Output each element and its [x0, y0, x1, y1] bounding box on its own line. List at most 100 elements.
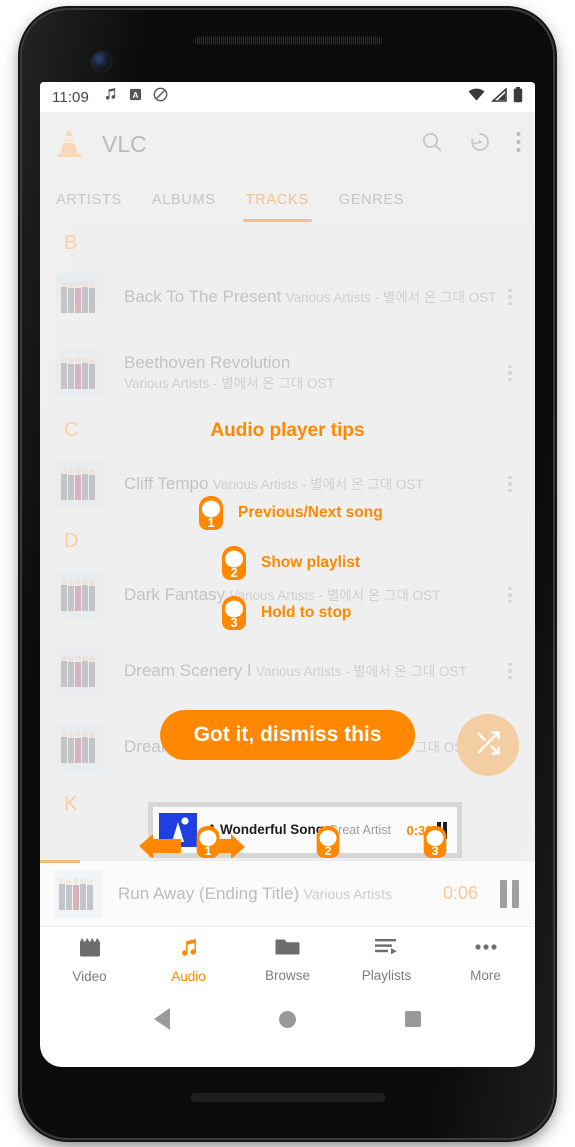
nav-item-browse[interactable]: Browse — [238, 936, 337, 983]
status-right-icons — [468, 86, 523, 108]
row-overflow-menu-icon[interactable] — [499, 364, 521, 382]
demo-mini-player-card: A Wonderful Song Great Artist 0:30 1 2 3 — [139, 802, 462, 859]
playback-progress-bar[interactable] — [40, 860, 80, 863]
table-row[interactable]: Back To The Present Various Artists - 별에… — [40, 259, 535, 335]
music-note-icon — [103, 87, 118, 107]
track-info: Cliff Tempo Various Artists - 별에서 온 그대 O… — [124, 473, 499, 495]
app-title: VLC — [102, 130, 147, 157]
back-triangle-icon[interactable] — [154, 1008, 171, 1030]
nav-label-more: More — [470, 968, 501, 983]
svg-text:1: 1 — [205, 844, 212, 858]
row-overflow-menu-icon[interactable] — [499, 475, 521, 493]
tab-artists[interactable]: ARTISTS — [56, 176, 122, 224]
section-header-d: D — [64, 530, 79, 552]
earpiece-speaker — [192, 36, 383, 45]
nav-item-video[interactable]: Video — [40, 936, 139, 984]
track-subtitle: Various Artists - 별에서 온 그대 OST — [256, 664, 467, 679]
demo-tap-badge-1-icon: 1 — [191, 824, 225, 860]
movie-clapper-icon — [78, 936, 102, 963]
vlc-cone-icon — [54, 128, 84, 160]
pause-icon[interactable] — [500, 879, 519, 908]
nav-label-audio: Audio — [171, 968, 206, 984]
track-info: Dark Fantasy Various Artists - 별에서 온 그대 … — [124, 584, 499, 606]
track-subtitle: Various Artists - 별에서 온 그대 OST — [285, 290, 497, 305]
track-info: Beethoven Revolution Various Artists - 별… — [124, 352, 499, 394]
more-horizontal-icon — [473, 936, 499, 962]
nav-item-more[interactable]: More — [436, 936, 535, 983]
section-header-c: C — [64, 419, 79, 441]
app-bar: VLC — [40, 112, 535, 176]
nav-item-playlists[interactable]: Playlists — [337, 936, 436, 983]
section-header-b: B — [64, 232, 78, 254]
cellular-signal-icon — [490, 86, 507, 107]
album-art-thumbnail — [56, 349, 104, 397]
album-art-thumbnail — [56, 723, 104, 771]
track-title: Back To The Present — [124, 287, 282, 306]
home-circle-icon[interactable] — [278, 1010, 296, 1028]
svg-text:A: A — [132, 90, 138, 100]
android-system-nav — [40, 992, 535, 1046]
demo-tap-badge-3-icon: 3 — [418, 824, 452, 860]
now-playing-artist: Various Artists — [303, 885, 393, 902]
phone-frame: 11:09 A VLC ARTISTS ALBUMS TRACKS GENRES… — [22, 10, 553, 1138]
track-title: Dream Scenery I — [124, 661, 252, 680]
wifi-icon — [468, 88, 485, 107]
track-info: Back To The Present Various Artists - 별에… — [124, 286, 499, 308]
nav-label-playlists: Playlists — [361, 968, 412, 983]
playlist-icon — [374, 936, 399, 962]
front-camera — [92, 52, 111, 71]
album-art-thumbnail — [56, 571, 104, 619]
track-title: Beethoven Revolution — [124, 353, 291, 372]
now-playing-info: Run Away (Ending Title) Various Artists — [118, 883, 443, 905]
album-art-thumbnail — [56, 460, 104, 508]
arrow-left-icon — [137, 834, 183, 859]
status-left-icons: A — [103, 87, 168, 107]
battery-icon — [513, 86, 523, 108]
app-bar-actions — [420, 130, 521, 159]
track-title: Dark Fantasy — [124, 585, 226, 604]
do-not-disturb-icon — [153, 87, 168, 107]
track-info: Dream Scenery I Various Artists - 별에서 온 … — [124, 660, 499, 682]
album-art-thumbnail — [56, 647, 104, 695]
track-title: Cliff Tempo — [124, 474, 209, 493]
tab-tracks[interactable]: TRACKS — [242, 176, 312, 224]
bottom-speaker — [190, 1093, 385, 1102]
track-subtitle: Various Artists - 별에서 온 그대 OST — [229, 588, 441, 603]
category-tabs: ARTISTS ALBUMS TRACKS GENRES — [40, 176, 535, 224]
history-icon[interactable] — [468, 130, 492, 159]
row-overflow-menu-icon[interactable] — [499, 586, 521, 604]
phone-screen: 11:09 A VLC ARTISTS ALBUMS TRACKS GENRES… — [40, 82, 535, 1067]
recents-square-icon[interactable] — [404, 1011, 421, 1027]
shuffle-icon — [474, 729, 502, 762]
status-bar: 11:09 A — [40, 82, 535, 112]
shuffle-fab-button[interactable] — [457, 714, 519, 776]
search-icon[interactable] — [420, 130, 444, 159]
tab-genres[interactable]: GENRES — [339, 176, 404, 224]
svg-text:2: 2 — [325, 844, 332, 858]
demo-mini-player: A Wonderful Song Great Artist 0:30 1 2 3 — [139, 807, 457, 859]
overflow-menu-icon[interactable] — [516, 131, 521, 158]
nav-label-video: Video — [72, 968, 107, 984]
status-time: 11:09 — [52, 88, 89, 106]
tab-albums[interactable]: ALBUMS — [152, 176, 216, 224]
folder-icon — [275, 936, 300, 962]
bottom-navigation: Video Audio Browse Playlists More — [40, 926, 535, 992]
row-overflow-menu-icon[interactable] — [499, 662, 521, 680]
svg-text:3: 3 — [432, 844, 439, 858]
now-playing-title: Run Away (Ending Title) — [118, 883, 300, 903]
nav-item-audio[interactable]: Audio — [139, 936, 238, 984]
track-subtitle: Various Artists - 별에서 온 그대 OST — [124, 376, 335, 391]
music-note-icon — [178, 936, 200, 963]
demo-tap-badge-2-icon: 2 — [311, 824, 345, 860]
table-row[interactable]: Dream Scenery I Various Artists - 별에서 온 … — [40, 633, 535, 709]
table-row[interactable]: Dark Fantasy Various Artists - 별에서 온 그대 … — [40, 557, 535, 633]
table-row[interactable]: Cliff Tempo Various Artists - 별에서 온 그대 O… — [40, 446, 535, 522]
now-playing-album-art — [54, 869, 102, 918]
row-overflow-menu-icon[interactable] — [499, 288, 521, 306]
dismiss-tips-button[interactable]: Got it, dismiss this — [159, 710, 416, 760]
track-list[interactable]: B Back To The Present Various Artists - … — [40, 224, 535, 860]
nav-label-browse: Browse — [264, 968, 310, 983]
album-art-thumbnail — [56, 273, 104, 321]
table-row[interactable]: Beethoven Revolution Various Artists - 별… — [40, 335, 535, 411]
now-playing-bar[interactable]: Run Away (Ending Title) Various Artists … — [40, 860, 535, 926]
